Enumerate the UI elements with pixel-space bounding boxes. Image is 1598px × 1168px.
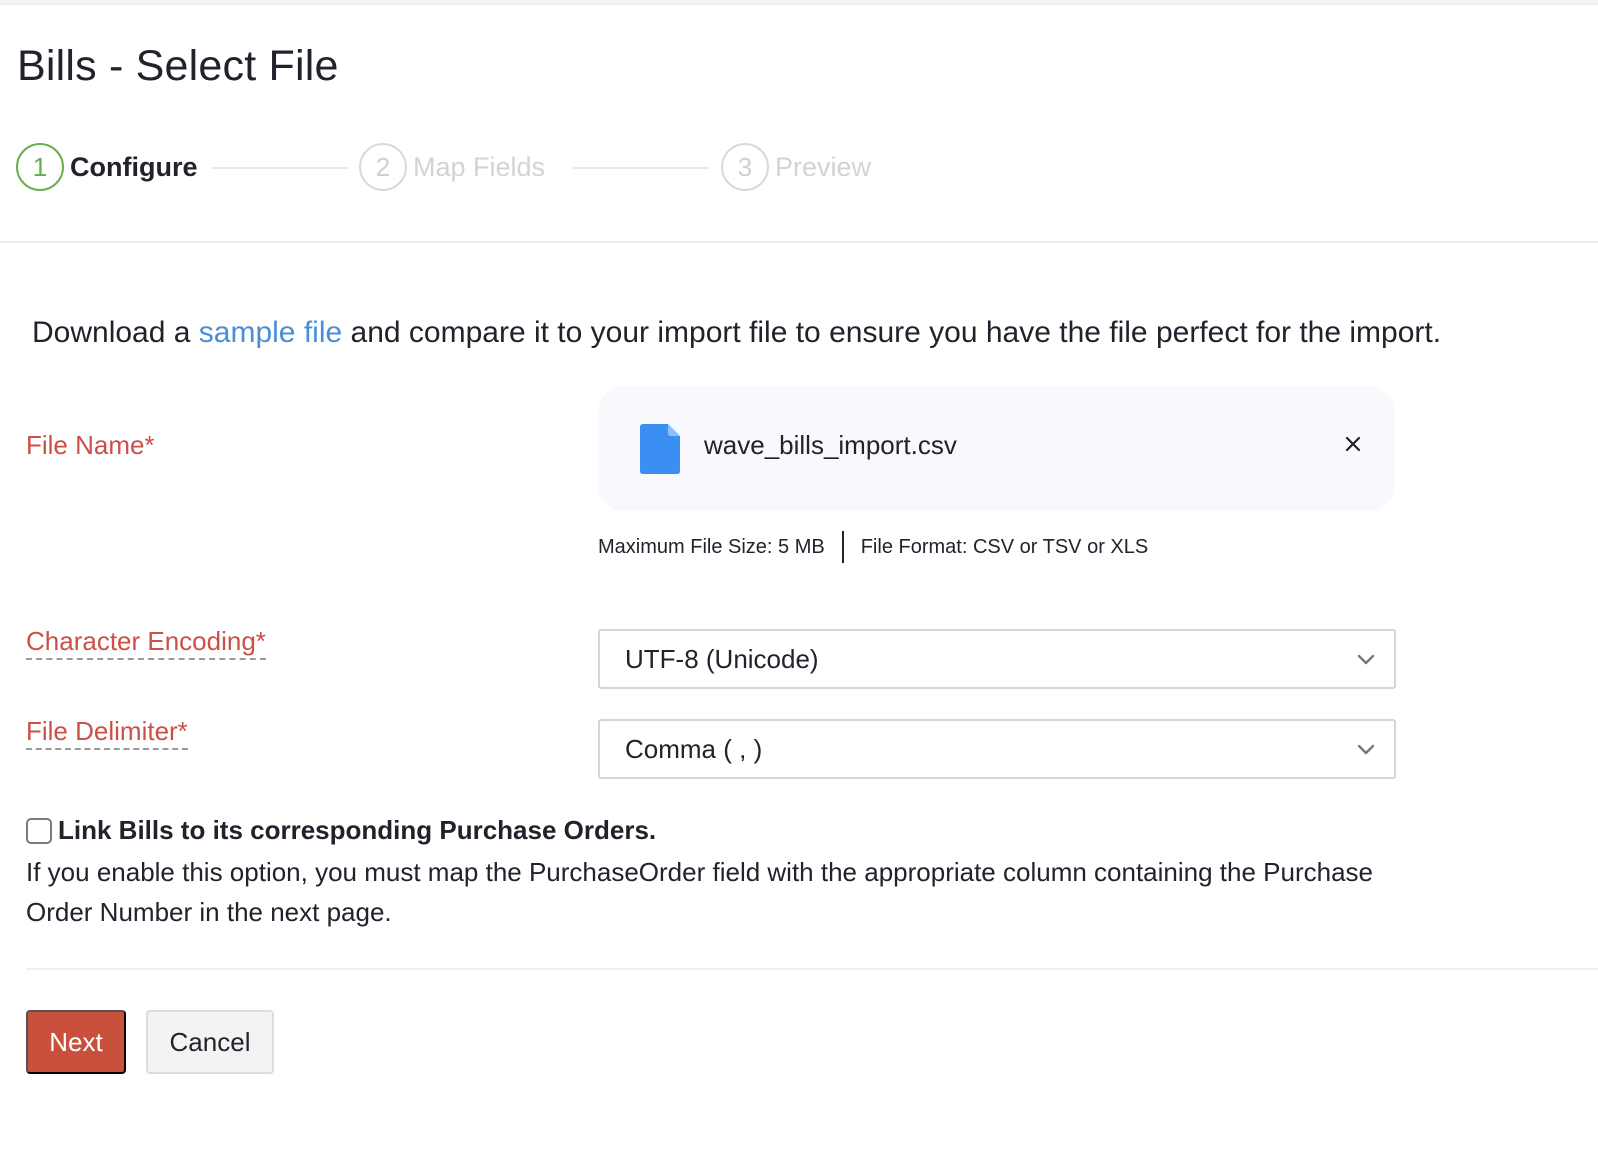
max-file-size-hint: Maximum File Size: 5 MB	[598, 535, 825, 558]
intro-prefix: Download a	[32, 316, 199, 349]
stepper: 1 Configure 2 Map Fields 3 Preview	[16, 143, 916, 193]
file-delimiter-select[interactable]: Comma ( , )	[598, 719, 1396, 779]
step-preview: 3 Preview	[721, 143, 871, 191]
step-label: Configure	[70, 151, 198, 182]
character-encoding-select[interactable]: UTF-8 (Unicode)	[598, 629, 1396, 689]
file-name-label: File Name*	[26, 430, 155, 460]
footer-divider	[26, 968, 1598, 970]
hint-separator	[841, 531, 844, 563]
step-map-fields: 2 Map Fields	[359, 143, 545, 191]
uploaded-file-box: wave_bills_import.csv	[598, 386, 1395, 511]
step-connector	[573, 167, 709, 169]
step-configure: 1 Configure	[16, 143, 198, 191]
file-delimiter-value: Comma ( , )	[625, 733, 763, 764]
intro-suffix: and compare it to your import file to en…	[342, 316, 1442, 349]
link-purchase-orders-checkbox[interactable]	[26, 817, 52, 844]
sample-file-link[interactable]: sample file	[199, 316, 342, 349]
cancel-button[interactable]: Cancel	[146, 1010, 274, 1074]
step-number: 1	[16, 143, 64, 191]
character-encoding-value: UTF-8 (Unicode)	[625, 643, 819, 674]
intro-text: Download a sample file and compare it to…	[32, 316, 1441, 350]
page-title: Bills - Select File	[17, 42, 339, 90]
file-format-hint: File Format: CSV or TSV or XLS	[860, 535, 1149, 558]
file-icon	[640, 424, 680, 474]
chevron-down-icon	[1357, 654, 1375, 665]
step-number: 2	[359, 143, 407, 191]
file-delimiter-label: File Delimiter*	[26, 716, 188, 750]
link-purchase-orders-help: If you enable this option, you must map …	[26, 857, 1373, 927]
chevron-down-icon	[1357, 744, 1375, 755]
close-icon[interactable]	[1339, 430, 1367, 458]
link-purchase-orders-option: Link Bills to its corresponding Purchase…	[26, 815, 656, 846]
next-button[interactable]: Next	[26, 1010, 126, 1074]
header-divider	[0, 241, 1598, 243]
step-number: 3	[721, 143, 769, 191]
character-encoding-label: Character Encoding*	[26, 626, 266, 660]
link-purchase-orders-label[interactable]: Link Bills to its corresponding Purchase…	[58, 815, 656, 846]
step-connector	[212, 167, 348, 169]
step-label: Preview	[775, 151, 872, 182]
step-label: Map Fields	[413, 151, 546, 182]
file-name: wave_bills_import.csv	[704, 430, 957, 460]
file-hints: Maximum File Size: 5 MB File Format: CSV…	[598, 531, 1148, 563]
top-strip	[0, 0, 1598, 5]
